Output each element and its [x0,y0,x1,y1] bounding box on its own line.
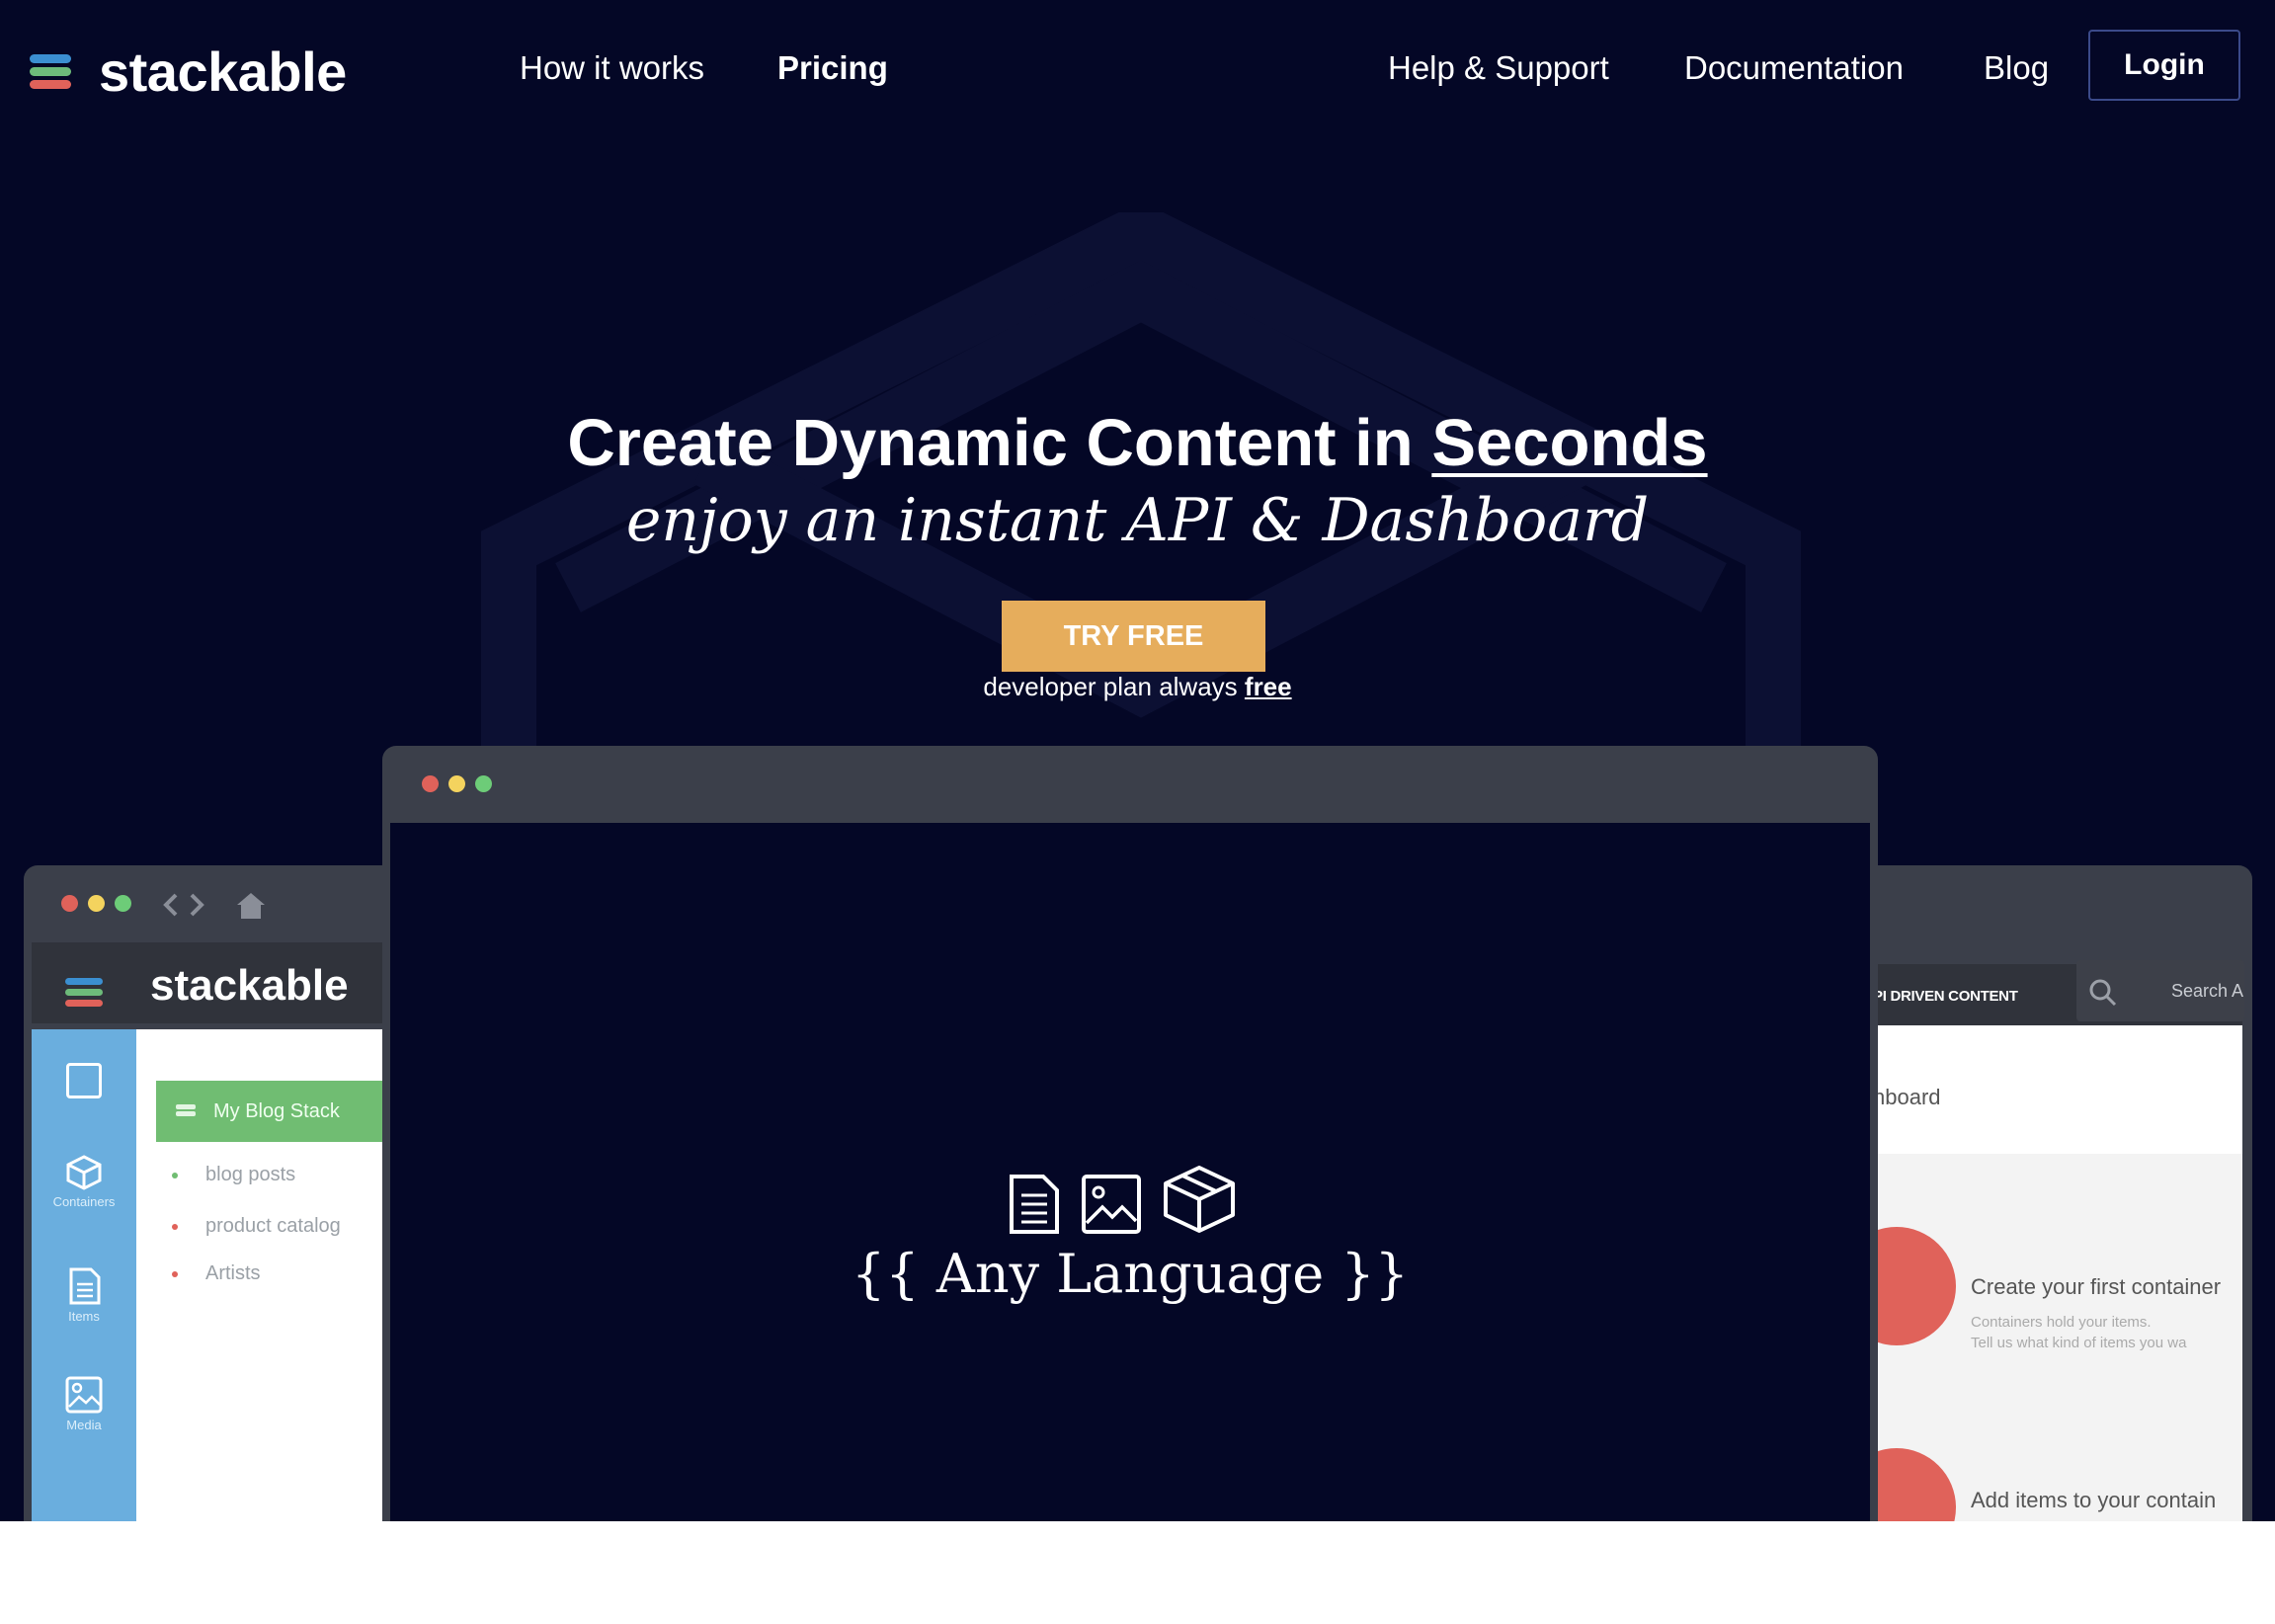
dashboard-preview-window: stackable Containers Items Media My Blog… [24,865,399,1521]
search-icon [2089,979,2117,1007]
nav-arrows-home-icon [163,893,265,919]
container-item[interactable]: blog posts [172,1164,295,1186]
sidebar-item-containers[interactable]: Containers [32,1154,136,1209]
sidebar-item-media[interactable]: Media [32,1375,136,1432]
stack-logo-icon [65,978,103,1008]
image-icon [65,1376,103,1414]
window-icon [66,1063,102,1098]
search-placeholder: Search A [2171,981,2244,1001]
dashboard-main: My Blog Stack blog posts product catalog… [136,1029,399,1521]
container-item[interactable]: product catalog [172,1215,341,1238]
api-heading: hboard [1873,1085,1941,1109]
login-button[interactable]: Login [2088,30,2240,101]
box-icon [66,1155,102,1190]
container-item[interactable]: Artists [172,1262,261,1285]
document-icon [69,1267,101,1305]
nav-pricing[interactable]: Pricing [777,49,888,87]
api-label: PI DRIVEN CONTENT [1873,988,2018,1005]
brand-name: stackable [99,41,347,103]
step1-title: Create your first container [1971,1274,2222,1299]
window-controls [422,775,492,792]
sidebar-item-items[interactable]: Items [32,1266,136,1324]
window-controls [61,895,131,912]
headline-emphasis: Seconds [1431,406,1708,480]
cta-note-text: developer plan always [983,672,1238,701]
api-search[interactable]: Search A [2076,960,2244,1021]
sidebar-item-dashboard[interactable] [32,1063,136,1106]
sidebar-label: Media [66,1418,102,1432]
dashboard-sidebar: Containers Items Media [32,1029,136,1521]
document-icon [1010,1175,1059,1234]
step1-line: Tell us what kind of items you wa [1971,1335,2187,1351]
container-label: product catalog [205,1215,341,1237]
step1-text: Containers hold your items. Tell us what… [1971,1312,2186,1353]
hero-headline: Create Dynamic Content in Seconds [0,405,2275,481]
dashboard-brand-name: stackable [150,961,349,1010]
stack-icon [176,1104,196,1120]
headline-text: Create Dynamic Content in [567,406,1414,480]
content-type-icons [1008,1164,1237,1235]
any-language-caption: {{ Any Language }} [851,1243,1410,1305]
free-link[interactable]: free [1245,672,1292,701]
cta-note: developer plan always free [0,672,2275,702]
image-icon [1082,1175,1141,1234]
brand-logo[interactable]: stackable [30,40,347,104]
hero-section: stackable How it works Pricing Help & Su… [0,0,2275,1521]
api-preview-window: PI DRIVEN CONTENT Search A hboard Create… [1867,865,2252,1521]
sidebar-label: Items [68,1309,100,1324]
step2-title: Add items to your contain [1971,1488,2217,1512]
stack-name: My Blog Stack [213,1099,340,1122]
container-label: Artists [205,1262,261,1284]
nav-blog[interactable]: Blog [1984,49,2049,87]
sidebar-label: Containers [52,1194,116,1209]
nav-documentation[interactable]: Documentation [1684,49,1904,87]
code-preview-window: {{ Any Language }} [382,746,1878,1521]
stack-logo-icon [30,53,71,90]
container-label: blog posts [205,1164,296,1185]
nav-how-it-works[interactable]: How it works [520,49,704,87]
nav-help-support[interactable]: Help & Support [1388,49,1609,87]
top-navigation: stackable How it works Pricing Help & Su… [0,0,2275,143]
hero-subheadline: enjoy an instant API & Dashboard [625,486,1650,555]
try-free-button[interactable]: TRY FREE [1002,601,1265,672]
box-icon [1164,1166,1235,1233]
code-preview-screen: {{ Any Language }} [390,823,1870,1521]
step1-line: Containers hold your items. [1971,1314,2152,1331]
